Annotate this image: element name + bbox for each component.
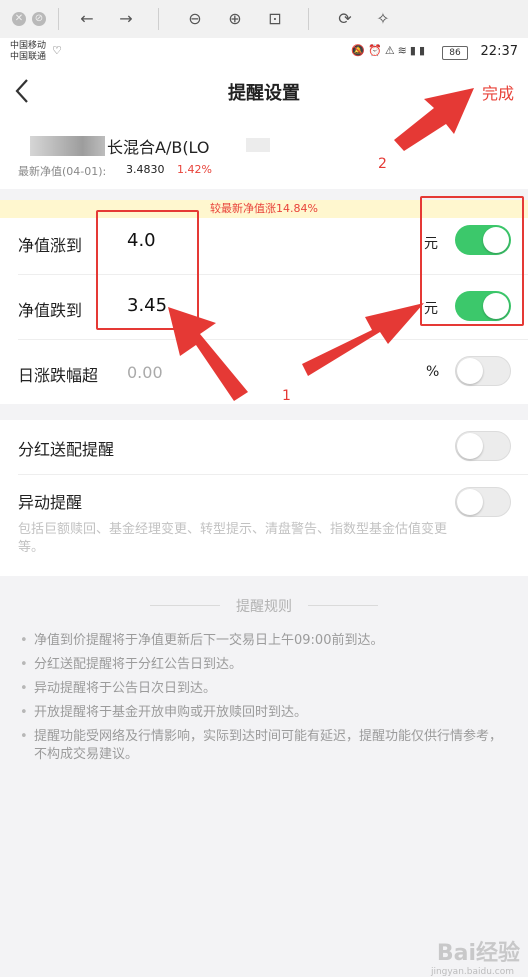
annotation-arrows	[168, 88, 474, 401]
arrow-icon	[394, 88, 474, 151]
arrow-icon	[168, 307, 248, 401]
watermark-url: jingyan.baidu.com	[430, 967, 514, 977]
watermark-logo: Bai经验	[436, 941, 520, 966]
arrow-icon	[302, 303, 424, 376]
annotation-label: 2	[378, 156, 387, 172]
annotation-label: 1	[282, 388, 291, 404]
